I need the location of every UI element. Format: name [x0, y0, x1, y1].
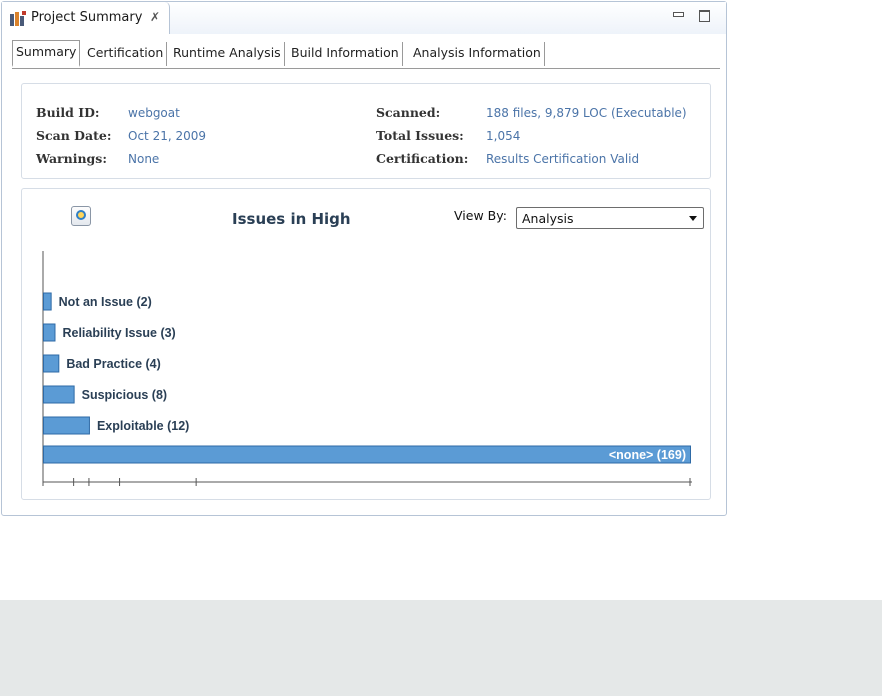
- issues-bar-chart: Not an Issue (2) Reliability Issue (3) Bad…: [42, 251, 692, 486]
- tab-summary[interactable]: Summary: [12, 40, 81, 67]
- build-id-value: webgoat: [128, 106, 180, 120]
- bar-label: Suspicious (8): [82, 388, 167, 402]
- tab-runtime-analysis[interactable]: Runtime Analysis: [170, 42, 285, 66]
- project-summary-tab[interactable]: Project Summary ✗: [2, 2, 170, 34]
- total-issues-value: 1,054: [486, 129, 521, 143]
- bar-label: Reliability Issue (3): [62, 326, 175, 340]
- certification-value: Results Certification Valid: [486, 152, 640, 166]
- bar-none[interactable]: [43, 445, 691, 464]
- scanned-label: Scanned:: [376, 105, 441, 120]
- project-summary-view: Project Summary ✗ Summary Certification …: [1, 1, 727, 516]
- close-icon[interactable]: ✗: [150, 10, 160, 24]
- issues-chart-panel: Issues in High View By: Analysis Not an …: [21, 188, 711, 500]
- bar-bad-practice[interactable]: [43, 354, 60, 373]
- maximize-button[interactable]: [698, 9, 710, 22]
- certification-label: Certification:: [376, 151, 469, 166]
- scan-date-value: Oct 21, 2009: [128, 129, 206, 143]
- sub-tab-bar: Summary Certification Runtime Analysis B…: [12, 40, 720, 69]
- scan-date-label: Scan Date:: [36, 128, 112, 143]
- warnings-label: Warnings:: [36, 151, 107, 166]
- bar-reliability-issue[interactable]: [43, 323, 56, 342]
- project-summary-icon: [10, 11, 26, 26]
- warnings-value: None: [128, 152, 160, 166]
- view-title-bar: Project Summary ✗: [2, 2, 726, 34]
- bar-label: Exploitable (12): [97, 419, 189, 433]
- bar-label: Not an Issue (2): [59, 295, 152, 309]
- tab-analysis-information[interactable]: Analysis Information: [410, 42, 545, 66]
- bar-exploitable[interactable]: [43, 416, 90, 435]
- view-tab-title: Project Summary: [31, 10, 143, 25]
- summary-info-panel: Build ID: webgoat Scan Date: Oct 21, 200…: [21, 83, 711, 179]
- bar-label: <none> (169): [609, 448, 686, 462]
- bar-not-an-issue[interactable]: [43, 292, 52, 311]
- total-issues-label: Total Issues:: [376, 128, 464, 143]
- bar-label: Bad Practice (4): [66, 357, 160, 371]
- tab-build-information[interactable]: Build Information: [288, 42, 403, 66]
- build-id-label: Build ID:: [36, 105, 100, 120]
- tab-certification[interactable]: Certification: [84, 42, 168, 66]
- background-band: [0, 600, 882, 696]
- minimize-button[interactable]: [672, 9, 684, 21]
- scanned-value: 188 files, 9,879 LOC (Executable): [486, 106, 687, 120]
- bar-suspicious[interactable]: [43, 385, 75, 404]
